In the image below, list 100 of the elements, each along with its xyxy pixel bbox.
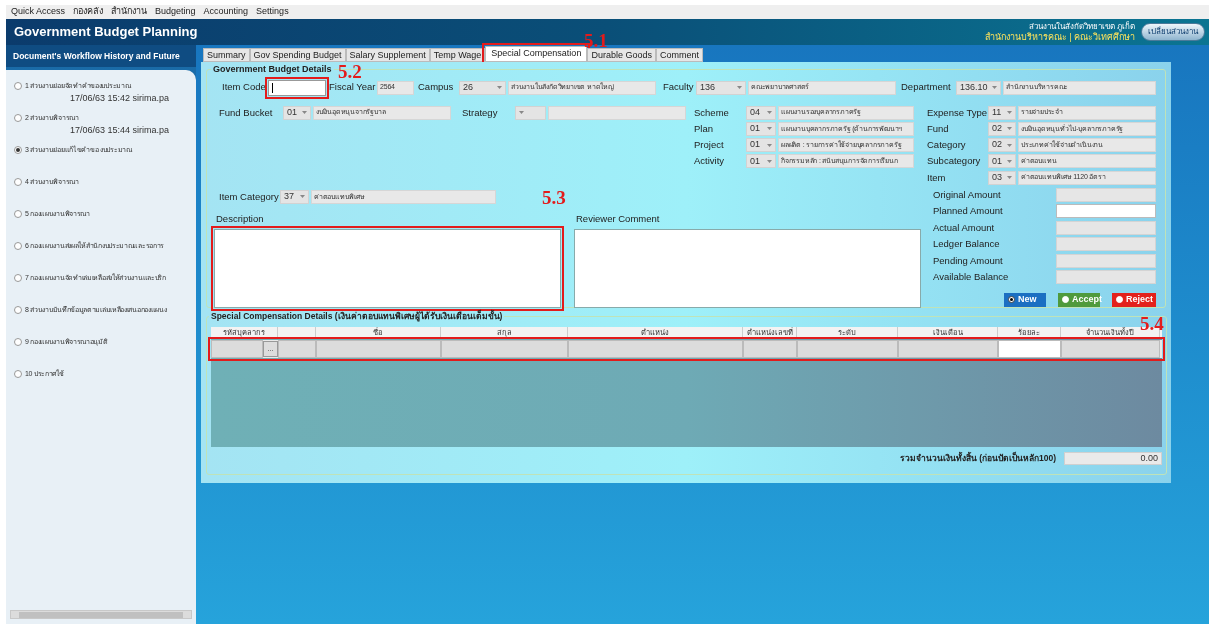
field-label: Faculty <box>663 80 695 95</box>
field-label: Project <box>694 138 725 152</box>
field-label: Strategy <box>462 105 499 120</box>
radio-button[interactable] <box>14 242 22 251</box>
dropdown[interactable]: 01 <box>746 121 776 136</box>
caret-icon <box>300 195 305 199</box>
field-label: Department <box>901 80 952 95</box>
dropdown[interactable]: 136.10 <box>956 80 1001 95</box>
caret-icon <box>992 86 997 89</box>
field-label: Subcategory <box>927 154 982 169</box>
comment-field[interactable] <box>574 229 921 309</box>
organization-text: ส่วนงานในสังกัดวิทยาเขต ภูเก็ต <box>1028 21 1135 32</box>
field-label: Item <box>927 170 947 185</box>
caret-icon <box>737 86 742 89</box>
dropdown[interactable]: 11 <box>988 105 1016 120</box>
radio-button[interactable] <box>14 306 22 315</box>
callout-label: 5.2 <box>338 62 362 81</box>
field-label: Fund Bucket <box>219 105 274 120</box>
field-label: Plan <box>694 121 714 136</box>
tab[interactable]: Summary <box>203 48 250 62</box>
dropdown[interactable]: 02 <box>988 121 1016 136</box>
table-cell[interactable] <box>998 339 1061 358</box>
dropdown[interactable] <box>515 105 546 120</box>
dropdown[interactable]: 01 <box>746 154 776 169</box>
dropdown[interactable]: 01 <box>746 138 776 153</box>
dropdown[interactable]: 01 <box>988 154 1016 169</box>
field-label: Item Category <box>219 189 280 204</box>
radio-button[interactable] <box>14 338 22 347</box>
field-label: Planned Amount <box>933 204 1003 219</box>
field-label: Item Code <box>222 80 267 95</box>
tab[interactable]: Comment <box>655 48 703 62</box>
app-title: Government Budget Planning <box>14 23 198 42</box>
menu-item[interactable]: กองคลัง <box>73 5 104 19</box>
caret-icon <box>1007 111 1012 115</box>
caret-icon <box>1007 143 1012 147</box>
field-label: Available Balance <box>933 270 1009 285</box>
menu-item[interactable]: Budgeting <box>155 5 196 19</box>
radio-button[interactable] <box>14 146 22 155</box>
menu-item[interactable]: Accounting <box>203 5 249 19</box>
tab[interactable]: Salary Supplement <box>345 48 430 62</box>
caret-icon <box>1007 176 1012 180</box>
radio-button[interactable] <box>14 370 22 379</box>
reject-button[interactable]: Reject <box>1112 292 1156 307</box>
field-label: Scheme <box>694 105 730 120</box>
caret-icon <box>497 86 502 89</box>
scrollbar-thumb[interactable] <box>19 611 183 618</box>
description-field[interactable] <box>214 229 561 309</box>
field-label: Original Amount <box>933 187 1001 202</box>
total-label: รวมจำนวนเงินทั้งสิ้น (ก่อนปัดเป็นหลัก100) <box>899 451 1056 465</box>
menu-item[interactable]: Quick Access <box>11 5 66 19</box>
radio-button[interactable] <box>14 210 22 219</box>
radio-button[interactable] <box>14 274 22 283</box>
horizontal-scrollbar[interactable] <box>10 610 192 619</box>
radio-button[interactable] <box>14 82 22 91</box>
new-button[interactable]: New <box>1004 292 1046 307</box>
field-label: Description <box>216 212 265 226</box>
radio-button[interactable] <box>14 114 22 123</box>
caret-icon <box>767 127 772 131</box>
menu-item[interactable]: สำนักงาน <box>111 5 148 19</box>
caret-icon <box>1007 159 1012 163</box>
caret-icon <box>302 111 307 114</box>
caret-icon <box>1007 127 1012 131</box>
caret-icon <box>767 143 772 147</box>
section-title: Special Compensation Details (เงินค่าตอบแทนพิเศษผู้ได้รับเงินเดือนเต็มขั้น) <box>210 310 504 323</box>
switch-unit-button[interactable]: เปลี่ยนส่วนงาน <box>1141 23 1205 41</box>
field-label: Campus <box>418 80 455 95</box>
amount-field[interactable] <box>1056 204 1156 219</box>
field-label: Fund <box>927 121 950 136</box>
dropdown[interactable]: 04 <box>746 105 776 120</box>
field-label: Actual Amount <box>933 220 995 235</box>
section-title: Government Budget Details <box>212 63 333 76</box>
field-label: Reviewer Comment <box>576 212 661 226</box>
field-label: Expense Type <box>927 105 988 120</box>
tab[interactable]: Durable Goods <box>587 48 656 62</box>
unit-text: สำนักงานบริหารคณะ | คณะวิเทศศึกษา <box>984 32 1135 43</box>
dropdown[interactable]: 01 <box>283 105 311 120</box>
step-timestamp: 17/06/63 15:44 sirima.pa <box>69 123 171 137</box>
caret-icon <box>519 111 524 114</box>
total-field: 0.00 <box>1064 451 1162 465</box>
tab[interactable]: Special Compensation <box>485 46 588 62</box>
caret-icon <box>767 159 772 163</box>
dropdown[interactable]: 37 <box>280 189 309 204</box>
field-label: Fiscal Year <box>329 80 377 95</box>
sidebar-title: Document's Workflow History and Future <box>6 45 196 67</box>
tab[interactable]: Temp Wage <box>429 48 486 62</box>
item-code-field[interactable] <box>268 79 326 96</box>
dropdown[interactable]: 136 <box>696 80 746 95</box>
step-timestamp: 17/06/63 15:42 sirima.pa <box>69 91 171 105</box>
dropdown[interactable]: 03 <box>988 170 1016 185</box>
field-label: Ledger Balance <box>933 237 1000 252</box>
field-label: Activity <box>694 154 726 169</box>
field-label: Category <box>927 138 967 152</box>
tab[interactable]: Gov Spending Budget <box>249 48 346 62</box>
caret-icon <box>767 111 772 115</box>
dropdown[interactable]: 02 <box>988 138 1016 153</box>
callout-label: 5.3 <box>542 188 566 207</box>
dropdown[interactable]: 26 <box>459 80 506 95</box>
field-label: Pending Amount <box>933 253 1003 268</box>
radio-button[interactable] <box>14 178 22 187</box>
menu-item[interactable]: Settings <box>256 5 289 19</box>
